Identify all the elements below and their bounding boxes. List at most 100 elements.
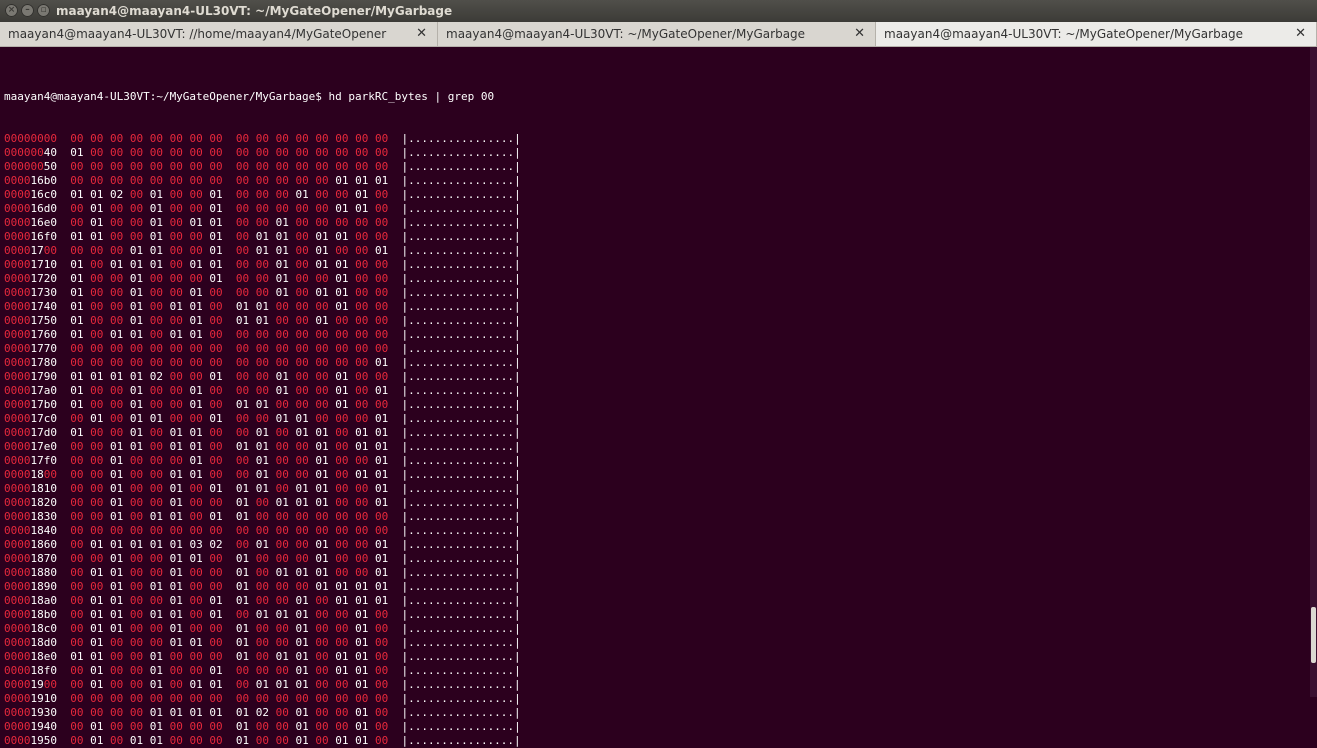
hexdump-line: 00000040 01 00 00 00 00 00 00 00 00 00 0… — [4, 146, 521, 160]
hex-offset: 00001900 — [4, 678, 57, 691]
hex-offset: 00000040 — [4, 146, 57, 159]
ascii-column: |................| — [401, 328, 521, 341]
tab-close-icon[interactable]: ✕ — [854, 22, 865, 46]
hex-bytes: 00 00 00 00 00 00 00 00 00 00 00 00 00 0… — [70, 174, 389, 187]
hexdump-line: 00001750 01 00 00 01 00 00 01 00 01 01 0… — [4, 314, 521, 328]
ascii-column: |................| — [401, 146, 521, 159]
ascii-column: |................| — [401, 202, 521, 215]
ascii-column: |................| — [401, 692, 521, 705]
hexdump-line: 000018e0 01 01 00 00 01 00 00 00 01 00 0… — [4, 650, 521, 664]
hex-bytes: 00 01 00 01 01 00 00 01 00 00 01 01 00 0… — [70, 412, 389, 425]
ascii-column: |................| — [401, 356, 521, 369]
hex-offset: 000016e0 — [4, 216, 57, 229]
ascii-column: |................| — [401, 734, 521, 747]
ascii-column: |................| — [401, 482, 521, 495]
hex-offset: 000016b0 — [4, 174, 57, 187]
hexdump-line: 00001880 00 01 01 00 00 01 00 00 01 00 0… — [4, 566, 521, 580]
terminal-area[interactable]: maayan4@maayan4-UL30VT:~/MyGateOpener/My… — [0, 47, 1310, 747]
ascii-column: |................| — [401, 426, 521, 439]
hex-bytes: 00 00 01 00 00 01 01 00 01 00 00 00 01 0… — [70, 552, 389, 565]
tab-label: maayan4@maayan4-UL30VT: //home/maayan4/M… — [8, 27, 387, 41]
maximize-window-icon[interactable]: ▫ — [37, 4, 50, 17]
scrollbar[interactable] — [1310, 47, 1317, 697]
hexdump-line: 00001840 00 00 00 00 00 00 00 00 00 00 0… — [4, 524, 521, 538]
hex-offset: 000016f0 — [4, 230, 57, 243]
hex-offset: 000017e0 — [4, 440, 57, 453]
tab-3[interactable]: maayan4@maayan4-UL30VT: ~/MyGateOpener/M… — [876, 22, 1317, 46]
hexdump-line: 00001700 00 00 00 01 01 00 00 01 00 01 0… — [4, 244, 521, 258]
hex-offset: 000018c0 — [4, 622, 57, 635]
hex-bytes: 00 01 00 00 00 01 01 00 01 00 00 01 00 0… — [70, 636, 389, 649]
hex-bytes: 00 00 00 00 00 00 00 00 00 00 00 00 00 0… — [70, 524, 389, 537]
hex-offset: 00001780 — [4, 356, 57, 369]
hexdump-line: 000018a0 00 01 01 00 00 01 00 01 01 00 0… — [4, 594, 521, 608]
hexdump-line: 00001890 00 00 01 00 01 01 00 00 01 00 0… — [4, 580, 521, 594]
hexdump-line: 00001820 00 00 01 00 00 01 00 00 01 00 0… — [4, 496, 521, 510]
ascii-column: |................| — [401, 440, 521, 453]
hex-bytes: 01 00 00 01 00 00 01 00 00 00 01 00 01 0… — [70, 286, 389, 299]
hex-offset: 000016c0 — [4, 188, 57, 201]
hex-bytes: 00 00 00 00 00 00 00 00 00 00 00 00 00 0… — [70, 356, 389, 369]
hexdump-line: 000018c0 00 01 01 00 00 01 00 00 01 00 0… — [4, 622, 521, 636]
ascii-column: |................| — [401, 174, 521, 187]
ascii-column: |................| — [401, 496, 521, 509]
hex-offset: 00001910 — [4, 692, 57, 705]
hex-bytes: 01 01 02 00 01 00 00 01 00 00 00 01 00 0… — [70, 188, 389, 201]
ascii-column: |................| — [401, 678, 521, 691]
hex-offset: 00001820 — [4, 496, 57, 509]
hexdump-line: 00001940 00 01 00 00 01 00 00 00 01 00 0… — [4, 720, 521, 734]
window-title: maayan4@maayan4-UL30VT: ~/MyGateOpener/M… — [56, 4, 453, 18]
hexdump-line: 00001910 00 00 00 00 00 00 00 00 00 00 0… — [4, 692, 521, 706]
hex-offset: 00001790 — [4, 370, 57, 383]
ascii-column: |................| — [401, 258, 521, 271]
hexdump-line: 00001780 00 00 00 00 00 00 00 00 00 00 0… — [4, 356, 521, 370]
command-line: maayan4@maayan4-UL30VT:~/MyGateOpener/My… — [4, 90, 521, 104]
ascii-column: |................| — [401, 454, 521, 467]
hex-bytes: 00 00 01 00 01 01 00 01 01 00 00 00 00 0… — [70, 510, 389, 523]
hex-offset: 00000050 — [4, 160, 57, 173]
ascii-column: |................| — [401, 370, 521, 383]
hexdump-line: 00001930 00 00 00 00 01 01 01 01 01 02 0… — [4, 706, 521, 720]
tab-label: maayan4@maayan4-UL30VT: ~/MyGateOpener/M… — [446, 27, 806, 41]
hexdump-line: 000016d0 00 01 00 00 01 00 00 01 00 00 0… — [4, 202, 521, 216]
hex-offset: 000018d0 — [4, 636, 57, 649]
hexdump-line: 00001710 01 00 01 01 01 00 01 01 00 00 0… — [4, 258, 521, 272]
hex-offset: 000017c0 — [4, 412, 57, 425]
hex-bytes: 00 01 01 00 00 01 00 01 01 00 00 01 00 0… — [70, 594, 389, 607]
hex-bytes: 00 01 01 00 00 01 00 00 01 00 01 01 01 0… — [70, 566, 389, 579]
tab-close-icon[interactable]: ✕ — [416, 22, 427, 46]
hexdump-line: 00001730 01 00 00 01 00 00 01 00 00 00 0… — [4, 286, 521, 300]
hex-offset: 000018a0 — [4, 594, 57, 607]
tab-1[interactable]: maayan4@maayan4-UL30VT: //home/maayan4/M… — [0, 22, 438, 46]
hex-bytes: 00 01 00 01 01 00 00 00 01 00 00 01 00 0… — [70, 734, 389, 747]
ascii-column: |................| — [401, 160, 521, 173]
hex-bytes: 01 00 00 01 00 00 01 00 00 00 01 00 00 0… — [70, 384, 389, 397]
tab-label: maayan4@maayan4-UL30VT: ~/MyGateOpener/M… — [884, 27, 1244, 41]
ascii-column: |................| — [401, 272, 521, 285]
hexdump-line: 00001810 00 00 01 00 00 01 00 01 01 01 0… — [4, 482, 521, 496]
scrollbar-thumb[interactable] — [1311, 607, 1316, 663]
hex-offset: 00001740 — [4, 300, 57, 313]
tab-2[interactable]: maayan4@maayan4-UL30VT: ~/MyGateOpener/M… — [438, 22, 876, 46]
hex-offset: 00001830 — [4, 510, 57, 523]
hex-offset: 000018f0 — [4, 664, 57, 677]
ascii-column: |................| — [401, 314, 521, 327]
hex-bytes: 00 01 00 00 01 00 00 01 00 00 00 00 00 0… — [70, 202, 389, 215]
ascii-column: |................| — [401, 216, 521, 229]
hex-offset: 00001710 — [4, 258, 57, 271]
close-window-icon[interactable]: × — [5, 4, 18, 17]
hex-bytes: 00 00 01 00 00 01 00 01 01 01 00 01 01 0… — [70, 482, 389, 495]
tab-close-icon[interactable]: ✕ — [1295, 22, 1306, 46]
hexdump-line: 000018f0 00 01 00 00 01 00 00 01 00 00 0… — [4, 664, 521, 678]
ascii-column: |................| — [401, 230, 521, 243]
ascii-column: |................| — [401, 720, 521, 733]
hexdump-line: 00001740 01 00 00 01 00 01 01 00 01 01 0… — [4, 300, 521, 314]
minimize-window-icon[interactable]: – — [21, 4, 34, 17]
title-bar: × – ▫ maayan4@maayan4-UL30VT: ~/MyGateOp… — [0, 0, 1317, 22]
hex-offset: 000017a0 — [4, 384, 57, 397]
ascii-column: |................| — [401, 244, 521, 257]
hexdump-line: 00001800 00 00 01 00 00 01 01 00 00 01 0… — [4, 468, 521, 482]
ascii-column: |................| — [401, 566, 521, 579]
hexdump-line: 000018d0 00 01 00 00 00 01 01 00 01 00 0… — [4, 636, 521, 650]
hex-bytes: 00 01 01 00 00 01 00 00 01 00 00 01 00 0… — [70, 622, 389, 635]
